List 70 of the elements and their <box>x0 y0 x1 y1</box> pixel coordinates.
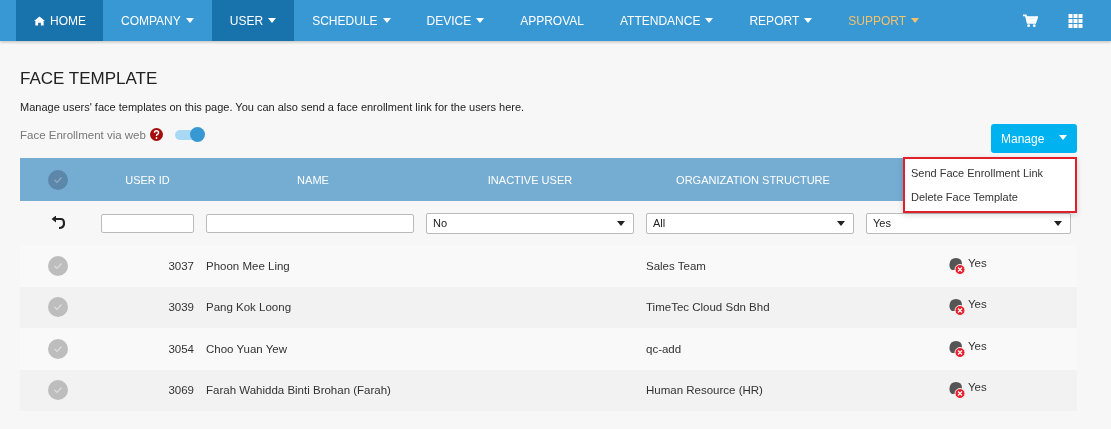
face-error-icon <box>948 298 966 317</box>
caret-icon <box>1059 134 1067 140</box>
table-cell: Yes <box>968 339 987 352</box>
table-cell: Choo Yuan Yew <box>206 342 287 355</box>
caret-icon <box>911 18 920 23</box>
organization-filter-select[interactable]: All <box>646 212 854 234</box>
table-cell: Phoon Mee Ling <box>206 259 290 272</box>
table-cell: TimeTec Cloud Sdn Bhd <box>646 301 770 314</box>
nav-menu-item[interactable]: USER <box>211 0 295 41</box>
page-title: FACE TEMPLATE <box>20 68 159 89</box>
nav-menu-item[interactable]: SUPPORT <box>830 0 938 41</box>
face-error-icon <box>948 256 966 275</box>
table-cell: 3069 <box>168 384 194 397</box>
nav-menu-item[interactable]: ATTENDANCE <box>602 0 732 41</box>
row-checkbox[interactable] <box>47 338 68 359</box>
face-error-icon <box>948 339 966 358</box>
row-checkbox[interactable] <box>47 255 68 276</box>
column-header[interactable]: ORGANIZATION STRUCTURE <box>676 173 830 186</box>
home-icon <box>34 15 45 26</box>
table-cell: 3054 <box>168 342 194 355</box>
cart-icon[interactable] <box>1023 13 1038 28</box>
check-icon <box>52 386 63 395</box>
face-error-icon <box>948 381 966 400</box>
undo-icon[interactable] <box>50 216 65 230</box>
nav-menu-item[interactable]: REPORT <box>731 0 831 41</box>
table-cell: Human Resource (HR) <box>646 384 763 397</box>
column-header[interactable]: USER ID <box>125 173 170 186</box>
caret-icon <box>476 18 485 23</box>
nav-menu-item[interactable]: APPROVAL <box>502 0 602 41</box>
table-cell: Sales Team <box>646 259 706 272</box>
caret-icon <box>382 18 391 23</box>
table-cell: 3037 <box>168 259 194 272</box>
help-icon[interactable] <box>149 128 163 141</box>
toggle-label: Face Enrollment via web <box>20 128 146 141</box>
column-header[interactable]: INACTIVE USER <box>487 173 573 186</box>
caret-icon <box>268 18 277 23</box>
caret-icon <box>804 18 813 23</box>
caret-icon <box>617 220 625 226</box>
table-cell: Yes <box>968 256 987 269</box>
check-icon <box>52 261 63 270</box>
page-description: Manage users' face templates on this page. You can also send a face enrollment link for the users here. <box>20 101 526 113</box>
nav-menu-item[interactable]: COMPANY <box>103 0 212 41</box>
table-cell: qc-add <box>646 342 682 355</box>
face-template-filter-select[interactable]: Yes <box>866 212 1071 234</box>
table-cell: Yes <box>968 381 987 394</box>
row-checkbox[interactable] <box>47 297 68 318</box>
select-all-checkbox[interactable] <box>47 169 68 190</box>
table-cell: 3039 <box>168 301 194 314</box>
apps-grid-icon[interactable] <box>1068 13 1083 28</box>
user-id-filter-field[interactable] <box>101 213 194 233</box>
table-cell: Farah Wahidda Binti Brohan (Farah) <box>206 384 391 397</box>
caret-icon <box>705 18 714 23</box>
toggle-switch[interactable] <box>174 129 203 140</box>
caret-icon <box>837 220 845 226</box>
menu-item[interactable]: Delete Face Template <box>905 185 1075 209</box>
caret-icon <box>185 18 194 23</box>
nav-menu-item[interactable]: DEVICE <box>408 0 503 41</box>
table-cell: Yes <box>968 298 987 311</box>
caret-icon <box>1054 220 1062 226</box>
table-cell: Pang Kok Loong <box>206 301 292 314</box>
nav-menu-item[interactable]: SCHEDULE <box>294 0 409 41</box>
nav-menu-item[interactable]: HOME <box>16 0 103 41</box>
check-icon <box>52 303 63 312</box>
check-icon <box>52 175 63 184</box>
menu-item[interactable]: Send Face Enrollment Link <box>905 161 1075 185</box>
manage-button[interactable]: Manage <box>991 124 1077 153</box>
row-checkbox[interactable] <box>47 380 68 401</box>
name-filter-field[interactable] <box>206 213 414 233</box>
column-header[interactable]: NAME <box>297 173 329 186</box>
check-icon <box>52 344 63 353</box>
